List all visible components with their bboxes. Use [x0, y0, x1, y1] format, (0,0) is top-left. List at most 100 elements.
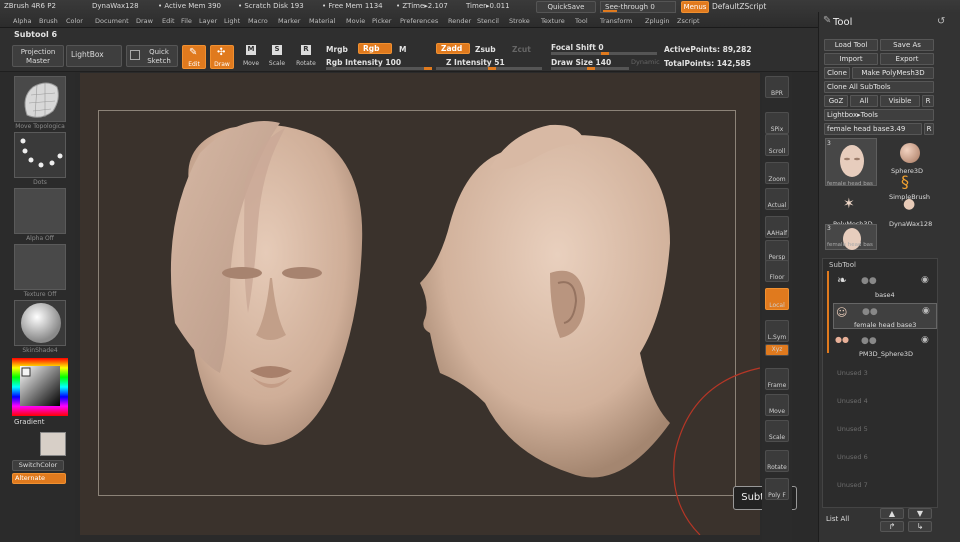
edit-icon: ✎ [189, 47, 198, 58]
menu-zscript[interactable]: Zscript [677, 17, 700, 25]
menu-marker[interactable]: Marker [278, 17, 300, 25]
material-thumbnail[interactable] [14, 300, 66, 346]
texture-thumbnail[interactable] [14, 244, 66, 290]
goz-button[interactable]: GoZ [824, 95, 848, 107]
draw-size-slider[interactable] [551, 67, 629, 70]
z-intensity-slider[interactable] [436, 67, 542, 70]
all-button[interactable]: All [850, 95, 878, 107]
sphere3d-tool[interactable] [897, 140, 923, 166]
stroke-thumbnail[interactable] [14, 132, 66, 178]
visibility-eye-icon-2[interactable]: ◉ [922, 306, 930, 316]
menu-material[interactable]: Material [309, 17, 335, 25]
move-down-button[interactable]: ▼ [908, 508, 932, 519]
current-tool-label: female head base3. [827, 125, 897, 133]
active-points: ActivePoints: 89,282 [664, 45, 752, 54]
goz-r-button[interactable]: R [922, 95, 934, 107]
tool-thumb-female-head[interactable] [825, 138, 877, 186]
list-all-button[interactable]: List All [826, 515, 849, 523]
focal-shift-slider[interactable] [551, 52, 657, 55]
color-picker[interactable] [12, 358, 68, 416]
rgb-intensity-slider[interactable] [326, 67, 432, 70]
clone-all-subtools-button[interactable]: Clone All SubTools [824, 81, 934, 93]
menu-color[interactable]: Color [66, 17, 83, 25]
arrow-down-icon[interactable]: ↳ [908, 521, 932, 532]
refresh-icon[interactable]: ↺ [937, 16, 945, 27]
subtool-row-3[interactable]: ●● ●● ◉ PM3D_Sphere3D [833, 333, 937, 359]
visibility-eye-icon[interactable]: ◉ [921, 275, 929, 285]
focal-shift-label[interactable]: Focal Shift 0 [551, 43, 604, 52]
simplebrush-icon[interactable]: § [901, 172, 909, 191]
rgb-button[interactable]: Rgb [358, 43, 392, 54]
menu-zplugin[interactable]: Zplugin [645, 17, 670, 25]
menu-document[interactable]: Document [95, 17, 129, 25]
zadd-button[interactable]: Zadd [436, 43, 470, 54]
visible-button[interactable]: Visible [880, 95, 920, 107]
menu-edit[interactable]: Edit [162, 17, 175, 25]
subtool-toggle-icon[interactable]: ●● [861, 276, 877, 286]
load-tool-button[interactable]: Load Tool [824, 39, 878, 51]
current-tool-r-button[interactable]: R [924, 123, 934, 135]
default-zscript-button[interactable]: DefaultZScript [712, 2, 766, 11]
projection-master-button[interactable]: Projection Master [12, 45, 64, 67]
export-button[interactable]: Export [880, 53, 934, 65]
alpha-thumbnail[interactable] [14, 188, 66, 234]
menu-draw[interactable]: Draw [136, 17, 153, 25]
menu-texture[interactable]: Texture [541, 17, 565, 25]
move-up-button[interactable]: ▲ [880, 508, 904, 519]
clone-button[interactable]: Clone [824, 67, 850, 79]
zcut-button[interactable]: Zcut [512, 45, 531, 54]
draw-size-label[interactable]: Draw Size 140 [551, 58, 611, 67]
menu-movie[interactable]: Movie [346, 17, 365, 25]
arrow-right-icon[interactable]: ↱ [880, 521, 904, 532]
zsub-button[interactable]: Zsub [475, 45, 496, 54]
menu-light[interactable]: Light [224, 17, 240, 25]
menu-render[interactable]: Render [448, 17, 471, 25]
menu-file[interactable]: File [181, 17, 192, 25]
menu-transform[interactable]: Transform [600, 17, 632, 25]
switch-color-button[interactable]: SwitchColor [12, 460, 64, 471]
dynawax-icon[interactable]: ● [903, 196, 915, 212]
lightbox-tools-button[interactable]: Lightbox▸Tools [824, 109, 934, 121]
import-button[interactable]: Import [824, 53, 878, 65]
front-head-model[interactable] [170, 121, 363, 445]
menu-layer[interactable]: Layer [199, 17, 217, 25]
brush-thumbnail[interactable] [14, 76, 66, 122]
mrgb-button[interactable]: Mrgb [326, 45, 348, 54]
quicksave-button[interactable]: QuickSave [536, 1, 596, 13]
menu-bar: ZBrush 4R6 P2 DynaWax128 • Active Mem 39… [0, 0, 960, 28]
subtool-row-selected[interactable]: ☺ ●● ◉ female head base3 [833, 303, 937, 329]
make-polymesh-button[interactable]: Make PolyMesh3D [852, 67, 934, 79]
m-button[interactable]: M [399, 45, 406, 54]
see-through-slider[interactable]: See-through 0 [600, 1, 676, 13]
sculpt-viewport[interactable] [80, 73, 760, 535]
menu-picker[interactable]: Picker [372, 17, 391, 25]
menus-button[interactable]: Menus [681, 1, 709, 13]
tool-panel-grip-icon[interactable]: ✎ [823, 15, 831, 26]
menu-brush[interactable]: Brush [39, 17, 58, 25]
secondary-color-swatch[interactable] [40, 432, 66, 456]
brush-caption: Move Topologica [15, 123, 65, 130]
polymesh3d-icon[interactable]: ✶ [843, 196, 855, 212]
dynawax-caption: DynaWax128 [889, 220, 933, 228]
alternate-button[interactable]: Alternate [12, 473, 66, 484]
draw-icon: ✣ [217, 47, 226, 58]
dynamic-button[interactable]: Dynamic [631, 58, 660, 66]
menu-stroke[interactable]: Stroke [509, 17, 530, 25]
subtool-row[interactable]: ❧ ●● ◉ base4 [833, 273, 937, 299]
save-as-button[interactable]: Save As [880, 39, 934, 51]
current-tool-slider[interactable]: female head base3.49 [824, 123, 922, 135]
timer: Timer▸0.011 [466, 2, 510, 10]
menu-tool[interactable]: Tool [575, 17, 588, 25]
visibility-eye-icon-3[interactable]: ◉ [921, 335, 929, 345]
menu-stencil[interactable]: Stencil [477, 17, 499, 25]
gradient-label[interactable]: Gradient [14, 418, 44, 426]
z-intensity-label[interactable]: Z Intensity 51 [446, 58, 505, 67]
rgb-intensity-label[interactable]: Rgb Intensity 100 [326, 58, 401, 67]
menu-preferences[interactable]: Preferences [400, 17, 438, 25]
subtool-toggle-icon-2[interactable]: ●● [862, 307, 878, 317]
profile-head-model[interactable] [420, 124, 670, 478]
lightbox-button[interactable]: LightBox [66, 45, 122, 67]
menu-alpha[interactable]: Alpha [13, 17, 31, 25]
subtool-toggle-icon-3[interactable]: ●● [861, 336, 877, 346]
menu-macro[interactable]: Macro [248, 17, 268, 25]
